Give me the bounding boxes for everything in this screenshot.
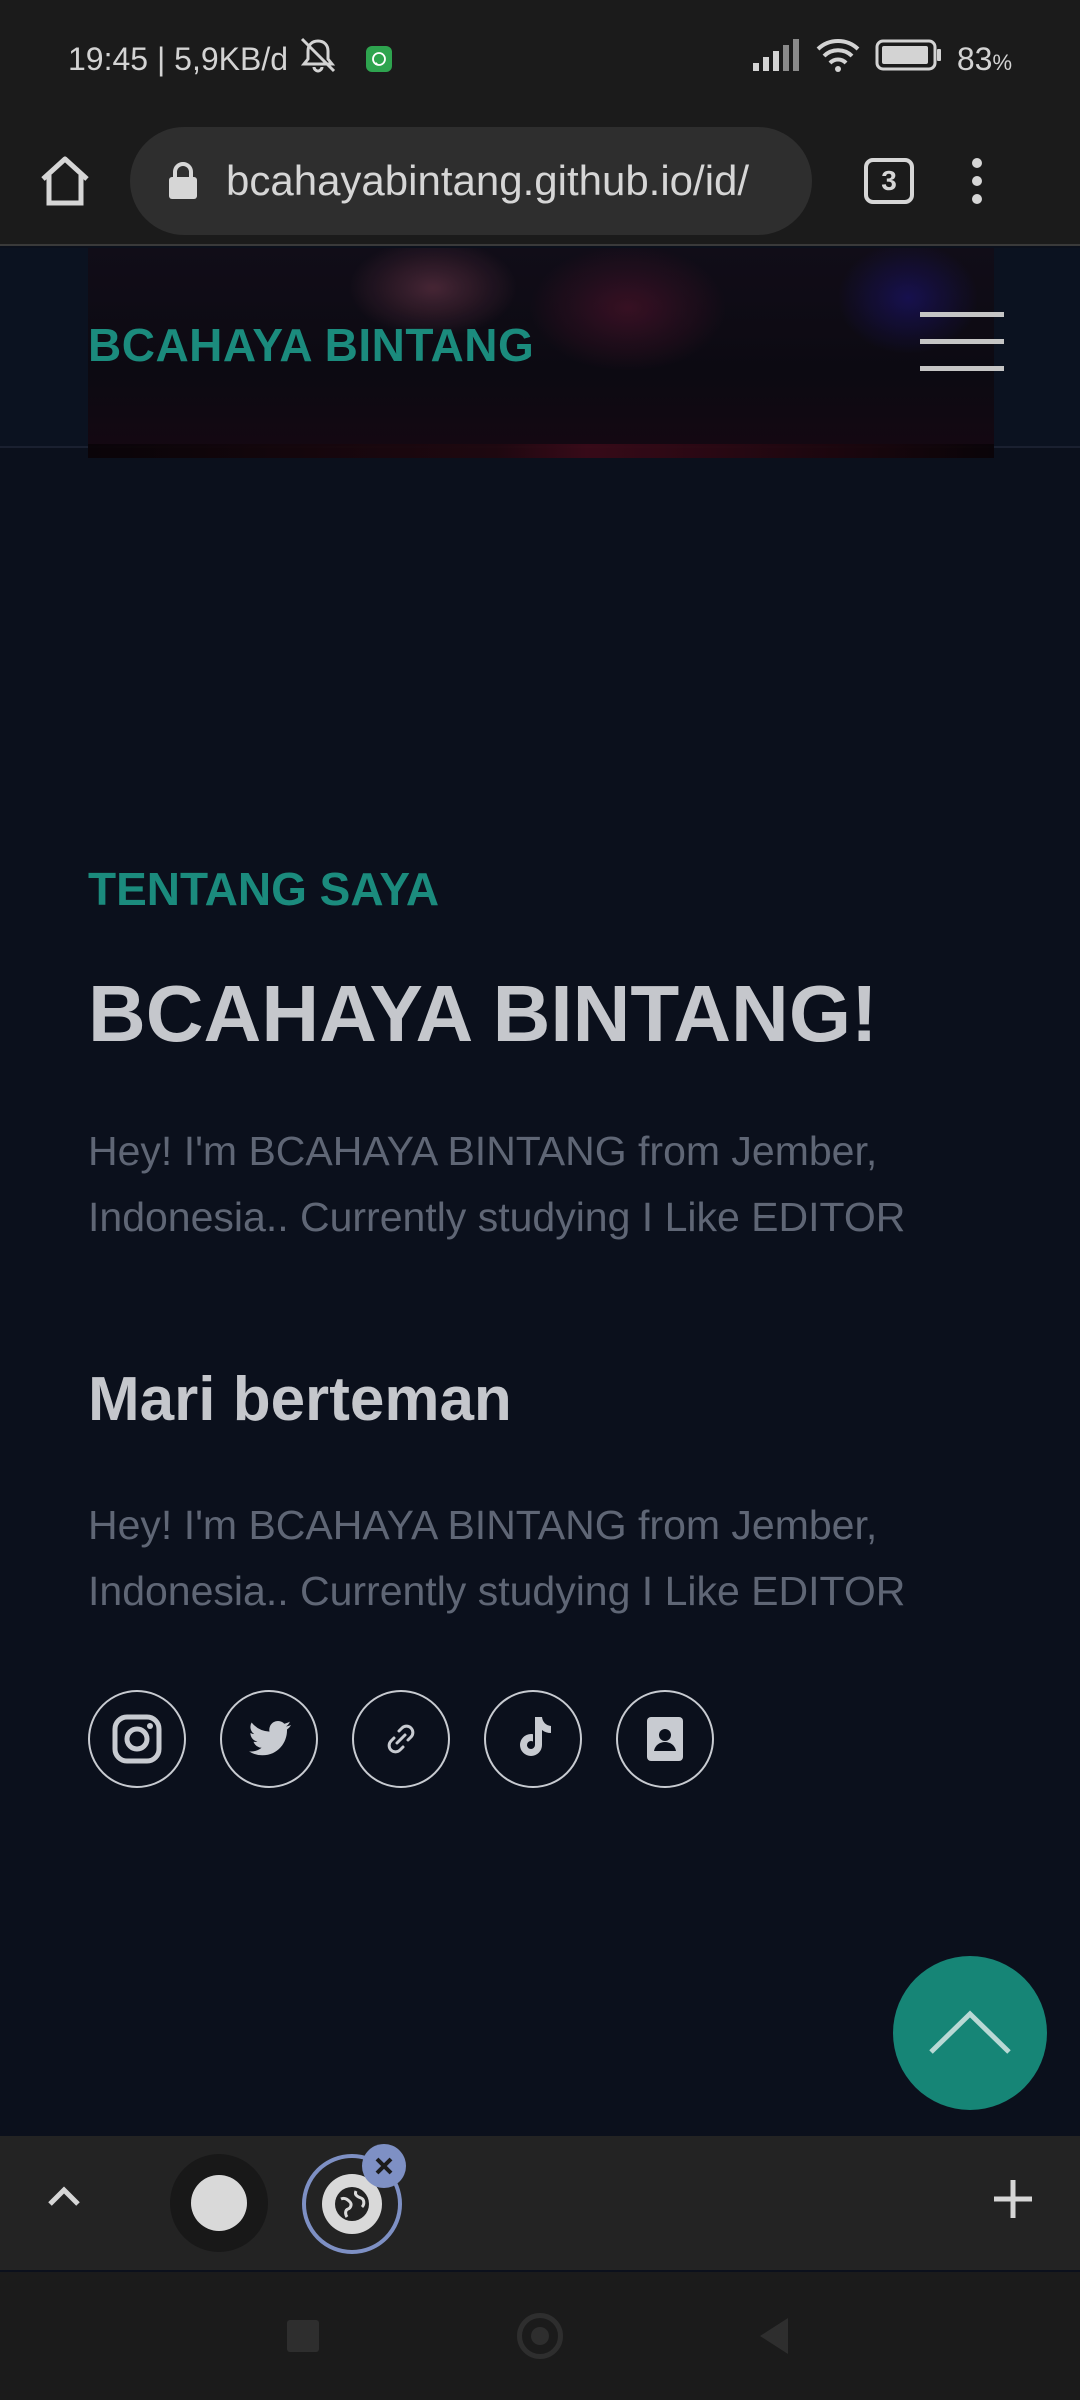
plus-icon <box>994 2180 1032 2218</box>
instagram-icon <box>112 1714 162 1764</box>
battery-icon <box>875 39 943 79</box>
chevron-up-icon <box>48 2186 80 2206</box>
social-links <box>88 1690 714 1788</box>
about-title: BCAHAYA BINTANG! <box>88 969 878 1058</box>
status-time-speed: 19:45 | 5,9KB/d <box>68 40 289 77</box>
tab-count: 3 <box>881 165 897 196</box>
twitter-button[interactable] <box>220 1690 318 1788</box>
tab-strip <box>0 2136 1080 2270</box>
tiktok-button[interactable] <box>484 1690 582 1788</box>
twitter-icon <box>249 1720 291 1756</box>
friends-text: Hey! I'm BCAHAYA BINTANG from Jember, In… <box>88 1502 906 1614</box>
friends-title: Mari berteman <box>88 1365 512 1434</box>
close-icon <box>375 2157 393 2175</box>
home-nav-button[interactable] <box>517 2313 563 2359</box>
signal-icon <box>751 39 801 79</box>
back-triangle-icon <box>760 2318 788 2354</box>
tiktok-icon <box>520 1717 551 1756</box>
link-icon <box>387 1724 415 1754</box>
tab-favicon <box>191 2175 247 2231</box>
link-button[interactable] <box>352 1690 450 1788</box>
recents-button[interactable] <box>287 2320 319 2352</box>
globe-icon <box>335 2187 369 2221</box>
system-nav-bar <box>0 2272 1080 2400</box>
home-button[interactable] <box>0 118 130 244</box>
expand-tabs-button[interactable] <box>44 2176 84 2221</box>
new-tab-button[interactable] <box>990 2176 1036 2227</box>
about-text: Hey! I'm BCAHAYA BINTANG from Jember, In… <box>88 1128 906 1240</box>
instagram-button[interactable] <box>88 1690 186 1788</box>
site-brand-link[interactable]: BCAHAYA BINTANG <box>88 318 534 372</box>
section-label: TENTANG SAYA <box>88 863 440 915</box>
url-text: bcahayabintang.github.io/id/ <box>226 157 750 204</box>
whatsapp-icon <box>366 46 393 72</box>
mute-bell-icon <box>296 35 340 83</box>
tab-thumbnail[interactable] <box>170 2154 268 2252</box>
battery-percent: 83% <box>956 40 1012 77</box>
contact-icon <box>647 1717 683 1761</box>
lock-icon <box>169 162 197 199</box>
hamburger-menu-button[interactable] <box>920 312 1004 371</box>
tab-switcher-button[interactable]: 3 <box>864 158 914 204</box>
home-icon <box>41 156 89 206</box>
address-bar[interactable]: bcahayabintang.github.io/id/ <box>130 127 812 235</box>
contact-button[interactable] <box>616 1690 714 1788</box>
back-button[interactable] <box>756 2316 790 2361</box>
chevron-up-icon <box>929 2010 1011 2054</box>
wifi-icon <box>815 37 861 81</box>
scroll-to-top-button[interactable] <box>893 1956 1047 2110</box>
more-menu-button[interactable] <box>972 158 982 204</box>
close-tab-button[interactable] <box>362 2144 406 2188</box>
status-bar: 19:45 | 5,9KB/d 83% <box>0 0 1080 118</box>
browser-toolbar: bcahayabintang.github.io/id/ 3 <box>0 118 1080 246</box>
